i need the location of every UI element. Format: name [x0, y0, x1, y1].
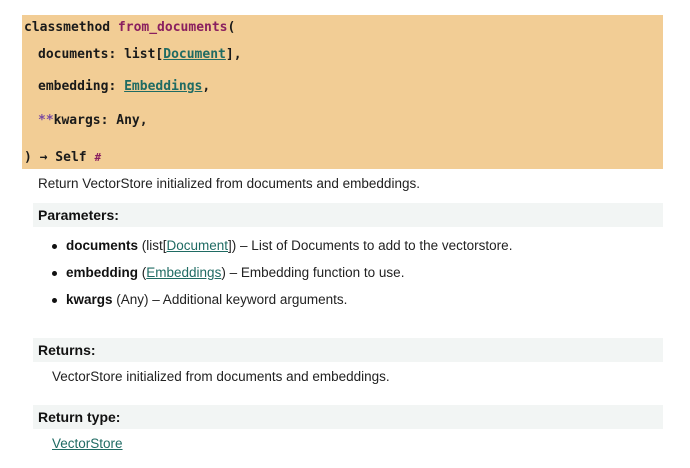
param-type-prefix: (list[: [138, 238, 167, 253]
separator: :: [100, 113, 117, 128]
param-desc: – Additional keyword arguments.: [148, 292, 348, 307]
param-name: kwargs: [53, 113, 101, 128]
list-item: kwargs (Any) – Additional keyword argume…: [51, 292, 512, 319]
embeddings-type-link[interactable]: Embeddings: [146, 265, 221, 280]
param-name: documents: [38, 47, 109, 62]
embeddings-type-link[interactable]: Embeddings: [124, 79, 202, 94]
param-desc: – Embedding function to use.: [225, 265, 405, 280]
return-annotation: ) → Self: [24, 150, 87, 165]
list-item: embedding (Embeddings) – Embedding funct…: [51, 265, 512, 292]
method-description: Return VectorStore initialized from docu…: [38, 176, 420, 191]
vectorstore-type-link[interactable]: VectorStore: [52, 436, 123, 451]
classmethod-keyword: classmethod: [24, 20, 111, 35]
param-name: embedding: [38, 79, 109, 94]
return-type-value: VectorStore: [52, 436, 123, 451]
param-embedding-sig: embedding: Embeddings,: [38, 79, 210, 94]
param-name: embedding: [66, 265, 139, 280]
double-star: **: [38, 113, 54, 128]
return-type-heading: Return type:: [33, 405, 663, 429]
type-any: Any,: [116, 113, 148, 128]
type-prefix: list[: [124, 47, 164, 62]
document-type-link[interactable]: Document: [163, 47, 226, 62]
param-desc: – List of Documents to add to the vector…: [236, 238, 513, 253]
type-suffix: ],: [225, 47, 242, 62]
param-kwargs-sig: **kwargs: Any,: [38, 113, 148, 128]
separator: :: [108, 47, 125, 62]
param-name: documents: [66, 238, 139, 253]
parameters-list: documents (list[Document]) – List of Doc…: [51, 238, 513, 319]
comma: ,: [202, 79, 211, 94]
document-type-link[interactable]: Document: [167, 238, 229, 253]
open-paren: (: [227, 20, 236, 35]
list-item: documents (list[Document]) – List of Doc…: [51, 238, 513, 265]
method-signature: classmethod from_documents( documents: l…: [22, 15, 663, 169]
parameters-heading: Parameters:: [33, 203, 663, 227]
parameters-heading-label: Parameters:: [38, 207, 119, 223]
returns-text: VectorStore initialized from documents a…: [52, 369, 390, 384]
param-name: kwargs: [66, 292, 113, 307]
separator: :: [108, 79, 125, 94]
return-type-heading-label: Return type:: [38, 409, 121, 425]
permalink-anchor[interactable]: #: [94, 151, 101, 164]
returns-heading-label: Returns:: [38, 342, 96, 358]
returns-heading: Returns:: [33, 338, 663, 362]
param-documents-sig: documents: list[Document],: [38, 47, 242, 62]
param-type: (Any): [112, 292, 149, 307]
signature-close: ) → Self #: [24, 150, 101, 165]
signature-head: classmethod from_documents(: [24, 20, 235, 35]
method-name: from_documents: [117, 20, 228, 35]
